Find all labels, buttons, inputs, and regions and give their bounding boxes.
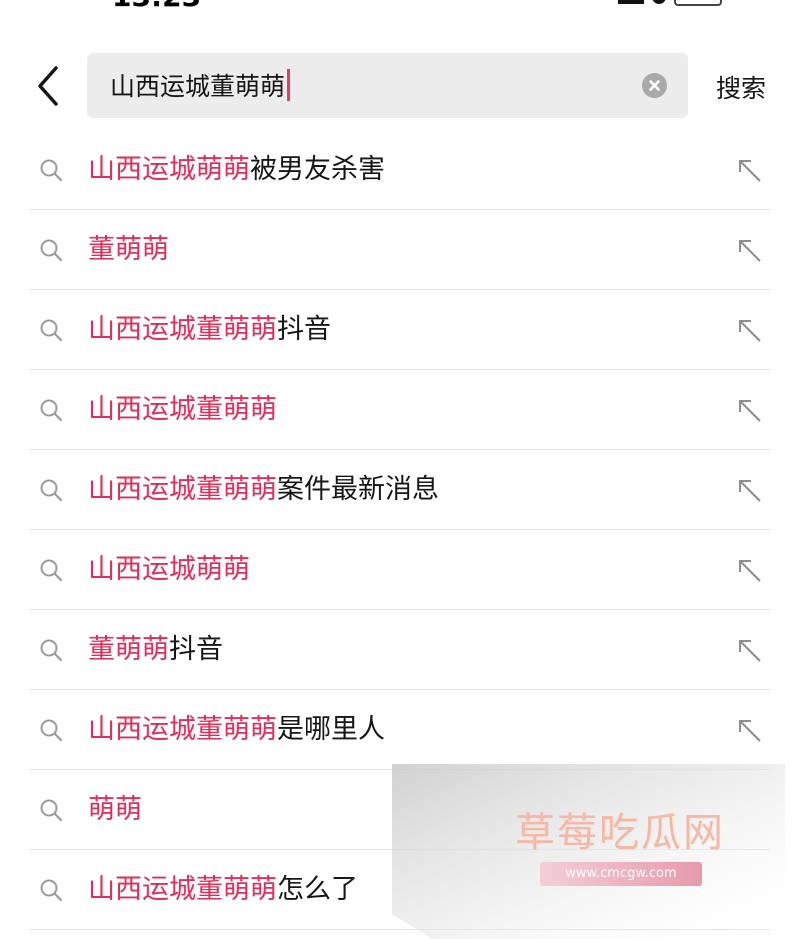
suggestion-text: 山西运城萌萌 — [88, 548, 250, 592]
search-icon — [40, 559, 63, 582]
watermark-title: 草莓吃瓜网 — [515, 810, 725, 856]
suggestion-item[interactable]: 山西运城萌萌 — [0, 530, 800, 610]
fill-query-arrow-icon[interactable] — [737, 238, 763, 264]
chevron-left-icon — [38, 66, 58, 106]
search-icon — [40, 719, 63, 742]
search-icon — [40, 399, 63, 422]
back-button[interactable] — [30, 64, 70, 108]
suggestion-text: 山西运城董萌萌抖音 — [88, 308, 331, 352]
suggestion-rest: 抖音 — [169, 634, 223, 665]
search-icon — [40, 239, 63, 262]
suggestion-text: 萌萌 — [88, 788, 142, 832]
search-icon — [40, 319, 63, 342]
search-icon — [40, 879, 63, 902]
cellular-signal-icon — [618, 0, 644, 4]
fill-query-arrow-icon[interactable] — [737, 318, 763, 344]
status-icons — [618, 0, 722, 6]
search-box[interactable]: 山西运城董萌萌 — [87, 53, 688, 118]
battery-icon — [674, 0, 722, 6]
suggestion-text: 山西运城董萌萌 — [88, 388, 277, 432]
suggestion-rest: 抖音 — [277, 314, 331, 345]
clear-x-icon — [649, 80, 660, 91]
suggestion-text: 山西运城萌萌被男友杀害 — [88, 148, 385, 192]
suggestion-rest: 被男友杀害 — [250, 154, 385, 185]
suggestion-highlight: 董萌萌 — [88, 234, 169, 265]
suggestion-highlight: 山西运城董萌萌 — [88, 714, 277, 745]
suggestion-text: 董萌萌抖音 — [88, 628, 223, 672]
suggestion-highlight: 萌萌 — [88, 794, 142, 825]
suggestion-text: 山西运城董萌萌怎么了 — [88, 868, 358, 912]
search-submit-button[interactable]: 搜索 — [716, 69, 766, 105]
search-icon — [40, 479, 63, 502]
suggestion-item[interactable]: 山西运城董萌萌案件最新消息 — [0, 450, 800, 530]
status-bar: 13:23 — [0, 0, 800, 14]
fill-query-arrow-icon[interactable] — [737, 718, 763, 744]
suggestion-highlight: 山西运城董萌萌 — [88, 474, 277, 505]
suggestion-text: 山西运城董萌萌是哪里人 — [88, 708, 385, 752]
fill-query-arrow-icon[interactable] — [737, 638, 763, 664]
fill-query-arrow-icon[interactable] — [737, 478, 763, 504]
suggestion-highlight: 董萌萌 — [88, 634, 169, 665]
wifi-icon — [652, 0, 666, 4]
fill-query-arrow-icon[interactable] — [737, 158, 763, 184]
fill-query-arrow-icon[interactable] — [737, 398, 763, 424]
text-caret — [287, 69, 291, 101]
suggestion-item[interactable]: 山西运城董萌萌抖音 — [0, 290, 800, 370]
suggestion-highlight: 山西运城董萌萌 — [88, 314, 277, 345]
suggestion-item[interactable]: 董萌萌 — [0, 210, 800, 290]
search-input[interactable]: 山西运城董萌萌 — [110, 67, 291, 103]
suggestion-rest: 怎么了 — [277, 874, 358, 905]
suggestion-rest: 案件最新消息 — [277, 474, 439, 505]
suggestion-item[interactable]: 山西运城董萌萌 — [0, 370, 800, 450]
divider — [30, 929, 770, 930]
suggestion-item[interactable]: 山西运城董萌萌是哪里人 — [0, 690, 800, 770]
clear-search-button[interactable] — [642, 73, 667, 98]
search-query-text: 山西运城董萌萌 — [110, 72, 286, 101]
watermark-url: www.cmcgw.com — [540, 862, 702, 886]
search-icon — [40, 159, 63, 182]
fill-query-arrow-icon[interactable] — [737, 558, 763, 584]
suggestion-item[interactable]: 董萌萌抖音 — [0, 610, 800, 690]
search-icon — [40, 639, 63, 662]
suggestion-highlight: 山西运城萌萌 — [88, 154, 250, 185]
status-time: 13:23 — [112, 0, 201, 13]
search-icon — [40, 799, 63, 822]
suggestion-rest: 是哪里人 — [277, 714, 385, 745]
suggestion-text: 董萌萌 — [88, 228, 169, 272]
suggestion-text: 山西运城董萌萌案件最新消息 — [88, 468, 439, 512]
suggestion-highlight: 山西运城董萌萌 — [88, 394, 277, 425]
suggestion-highlight: 山西运城萌萌 — [88, 554, 250, 585]
suggestion-highlight: 山西运城董萌萌 — [88, 874, 277, 905]
suggestion-item[interactable]: 山西运城萌萌被男友杀害 — [0, 130, 800, 210]
